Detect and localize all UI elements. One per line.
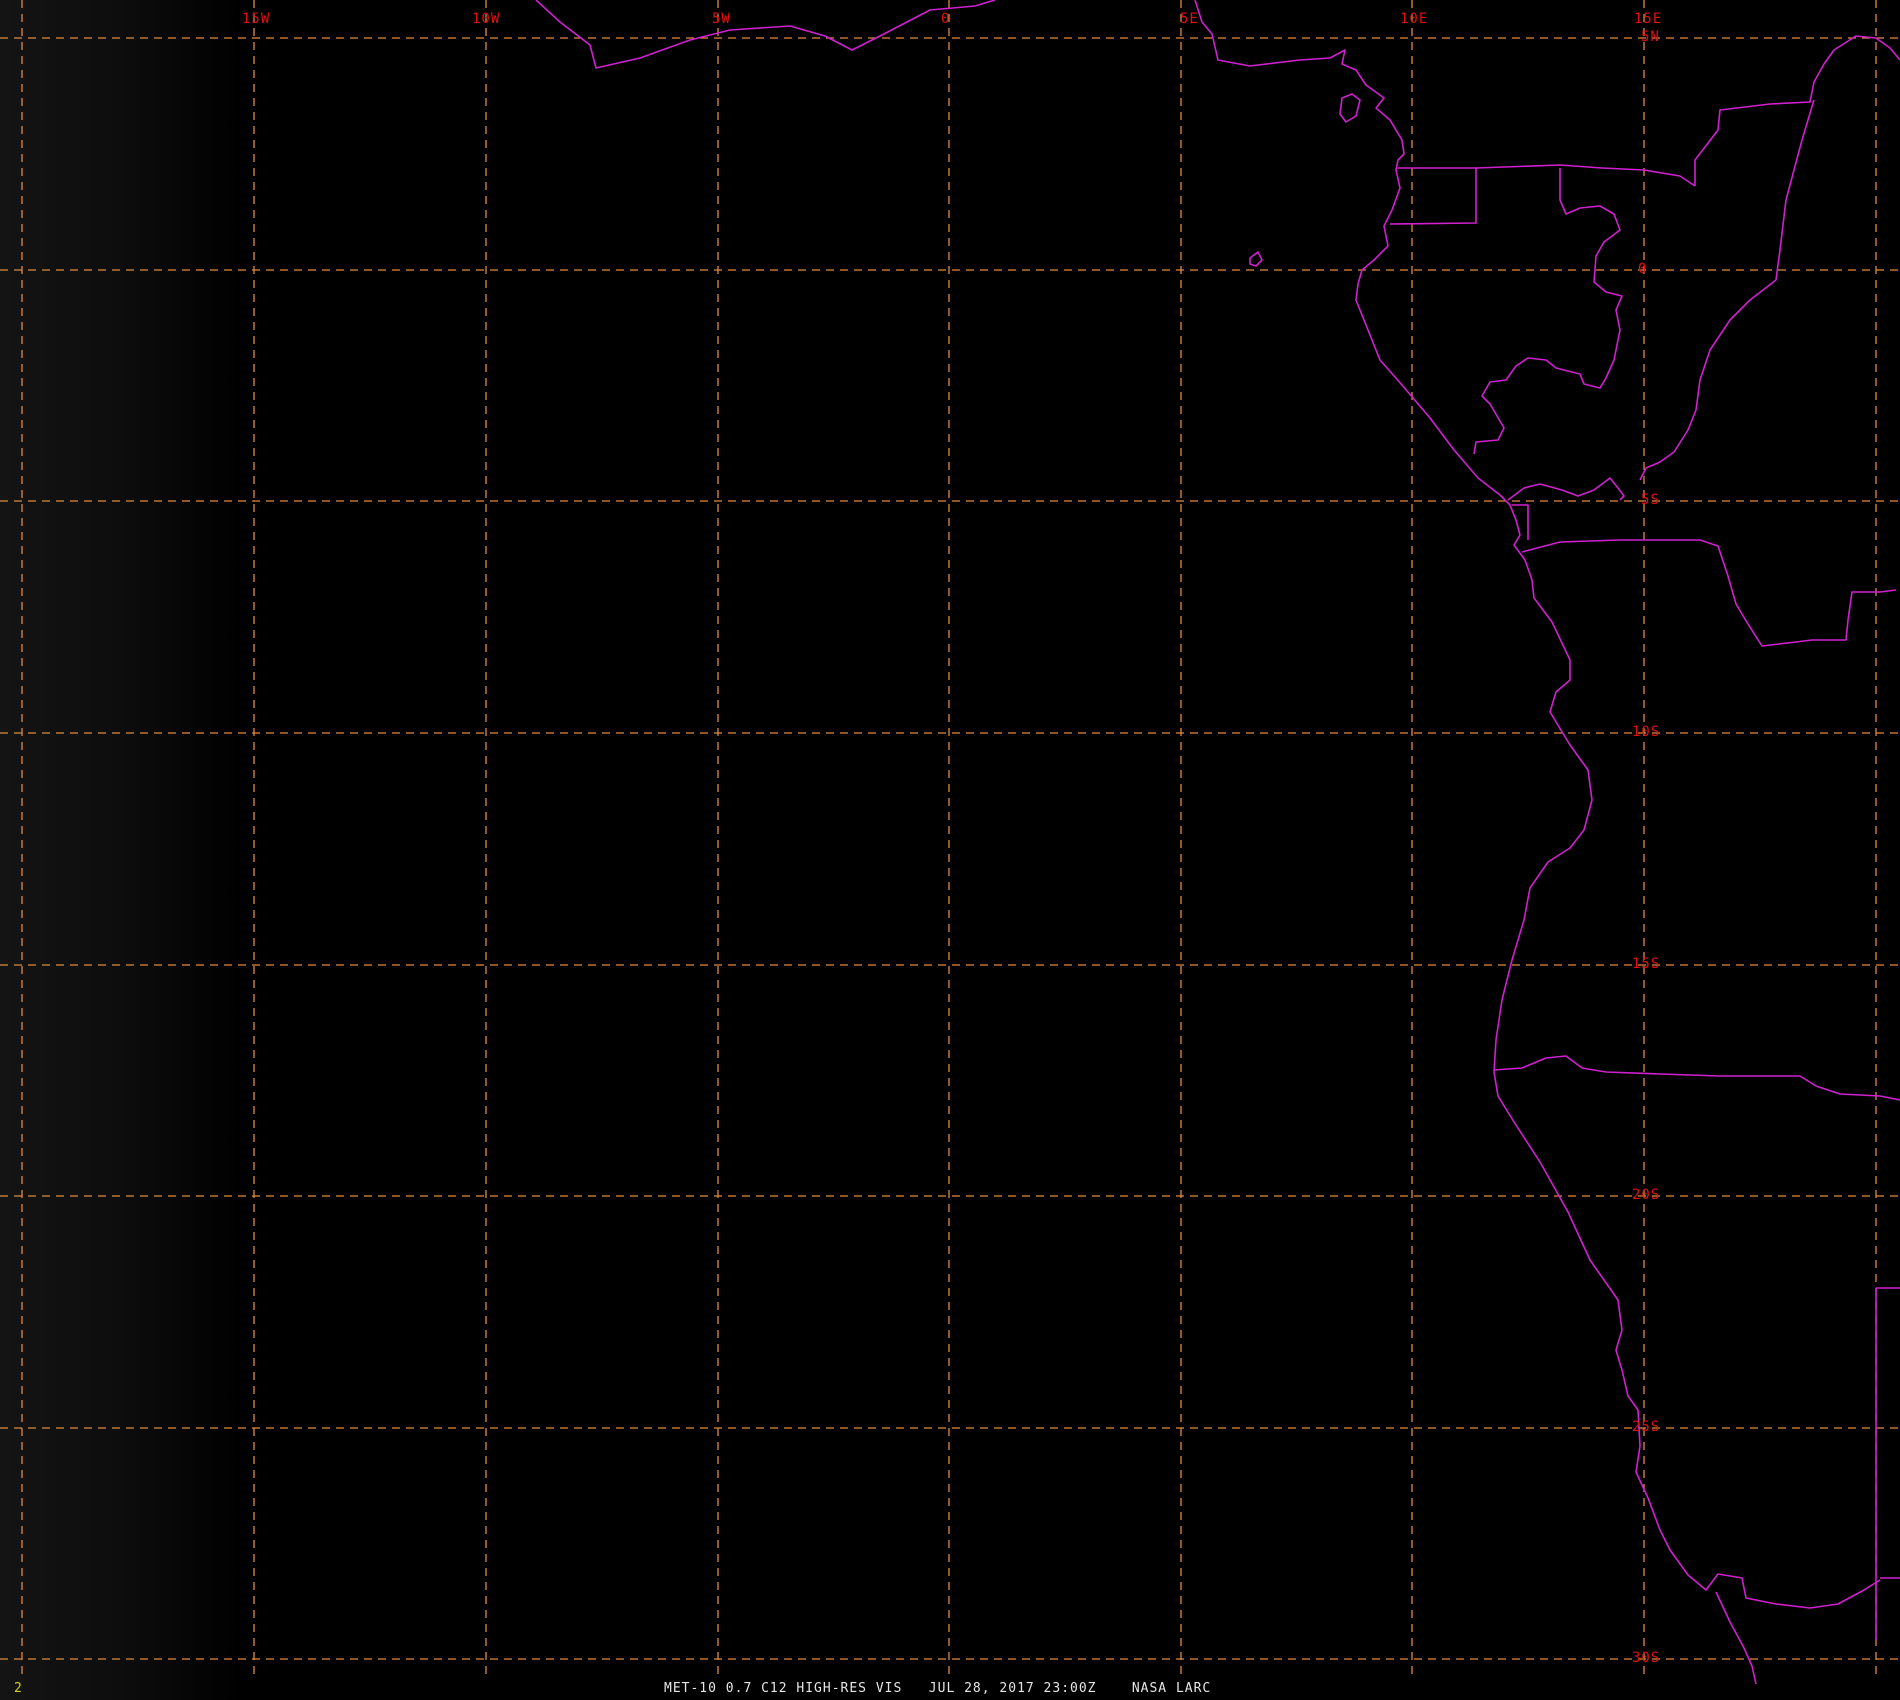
graticule (0, 0, 1900, 1680)
lon-label-5e: 5E (1180, 11, 1199, 27)
equatorial-guinea-border (1389, 167, 1477, 225)
orange-river-border (1715, 1591, 1757, 1685)
gabon-congo-border (1473, 168, 1623, 455)
cameroon-gabon-border (1475, 164, 1696, 187)
congo-drc-border (1694, 35, 1900, 186)
lon-label-15e: 15E (1634, 11, 1662, 27)
latitude-labels: 5N 0 5S 10S 15S 20S 25S 30S (1632, 29, 1660, 1666)
coastlines (535, 0, 1900, 1685)
terminator-haze (0, 0, 240, 1700)
lon-label-0: 0 (941, 11, 950, 27)
lat-label-25s: 25S (1632, 1419, 1660, 1435)
frame-number: 2 (14, 1681, 23, 1696)
lat-label-15s: 15S (1632, 956, 1660, 972)
lon-label-15w: 15W (242, 11, 270, 27)
sao-tome-island (1249, 251, 1263, 267)
lat-label-5n: 5N (1641, 29, 1660, 45)
lon-label-10e: 10E (1400, 11, 1428, 27)
west-africa-coast (535, 0, 996, 69)
image-caption: MET-10 0.7 C12 HIGH-RES VIS JUL 28, 2017… (664, 1681, 1212, 1696)
lat-label-10s: 10S (1632, 724, 1660, 740)
gulf-of-guinea-coast (1194, 0, 1881, 1609)
angola-namibia-border (1493, 1055, 1900, 1101)
lat-label-0: 0 (1638, 261, 1647, 277)
lon-label-5w: 5W (712, 11, 731, 27)
lat-label-20s: 20S (1632, 1187, 1660, 1203)
lat-label-5s: 5S (1641, 492, 1660, 508)
cabinda-enclave (1507, 477, 1625, 501)
longitude-labels: 15W 10W 5W 0 5E 10E 15E (242, 11, 1662, 27)
satellite-map: 15W 10W 5W 0 5E 10E 15E 5N 0 5S 10S 15S … (0, 0, 1900, 1700)
drc-boundary-east (1639, 99, 1815, 481)
angola-drc-border (1521, 539, 1897, 647)
lon-label-10w: 10W (472, 11, 500, 27)
bioko-island (1339, 93, 1361, 123)
lat-label-30s: 30S (1632, 1650, 1660, 1666)
